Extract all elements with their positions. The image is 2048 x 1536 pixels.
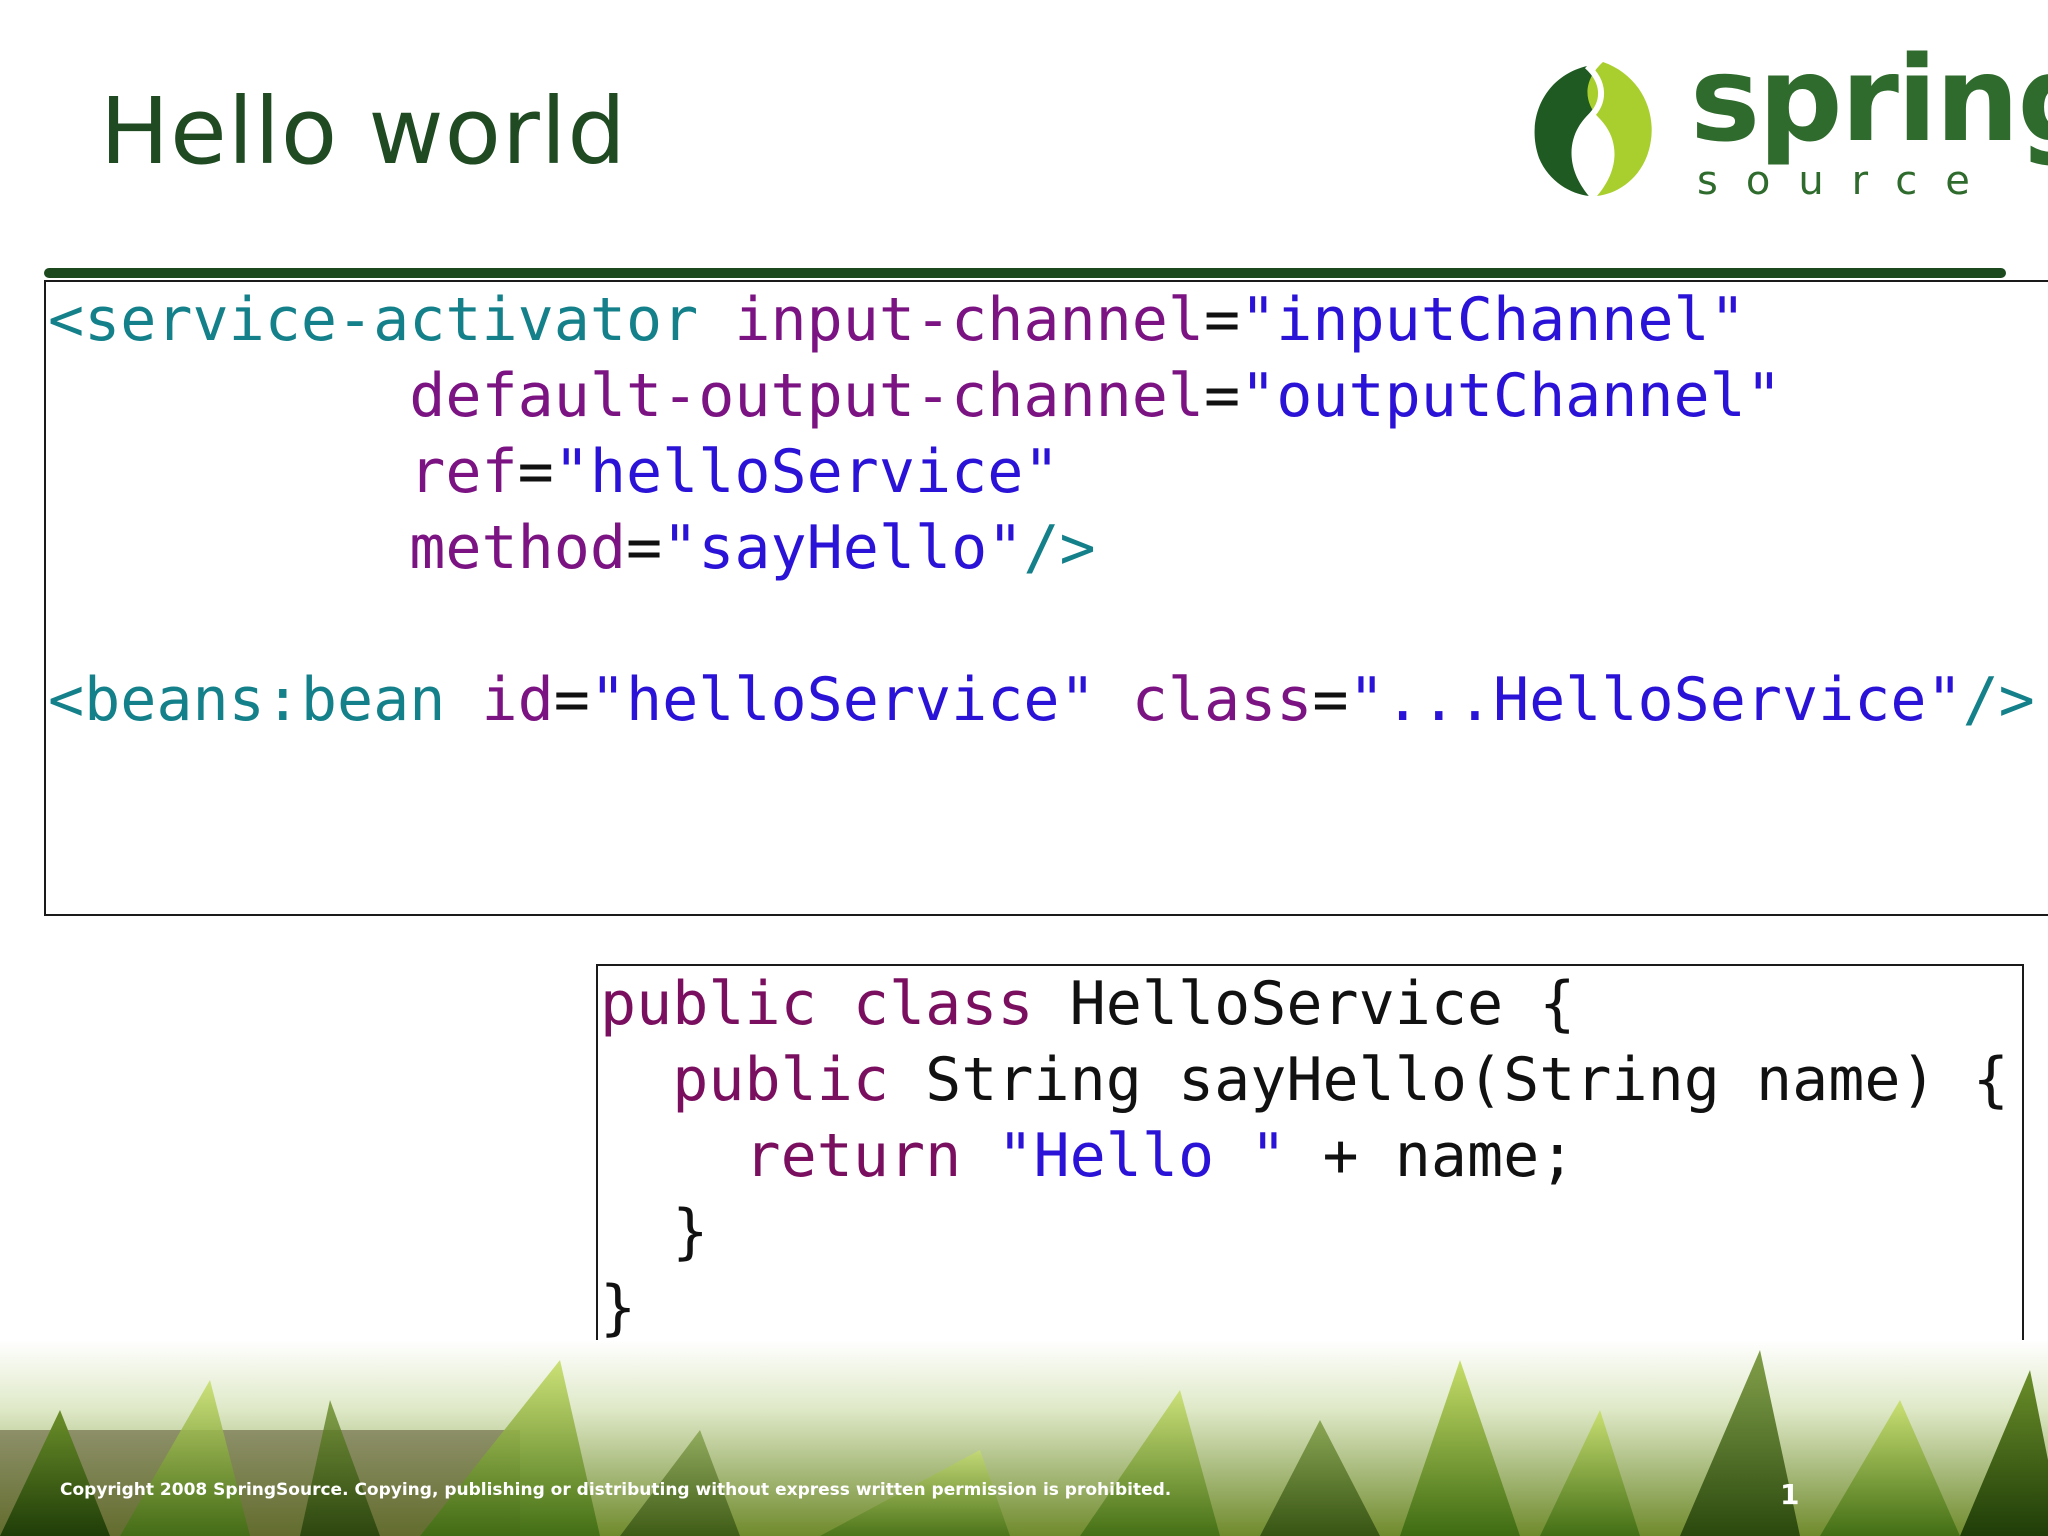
xml-line: <service-activator input-channel="inputC… <box>48 285 1746 355</box>
page-number: 1 <box>1780 1478 1800 1511</box>
xml-line: method="sayHello"/> <box>409 513 1096 583</box>
logo-subtitle: source <box>1697 158 1998 204</box>
java-line: return "Hello " + name; <box>744 1121 1576 1191</box>
java-line: public class HelloService { <box>600 969 1576 1039</box>
xml-config-box: <service-activator input-channel="inputC… <box>44 280 2048 916</box>
grass-footer-image <box>0 1340 2048 1536</box>
xml-line: <beans:bean id="helloService" class="...… <box>48 665 2035 735</box>
title-divider <box>44 268 2006 278</box>
java-code-box: public class HelloService { public Strin… <box>596 964 2024 1372</box>
xml-line: ref="helloService" <box>409 437 1060 507</box>
xml-code: <service-activator input-channel="inputC… <box>48 282 2035 738</box>
springsource-logo: spring source <box>1525 30 2048 208</box>
java-code: public class HelloService { public Strin… <box>600 966 2009 1346</box>
xml-line: default-output-channel="outputChannel" <box>409 361 1782 431</box>
slide-title: Hello world <box>100 78 627 185</box>
java-line: } <box>672 1197 709 1267</box>
java-line: public String sayHello(String name) { <box>672 1045 2009 1115</box>
copyright-notice: Copyright 2008 SpringSource. Copying, pu… <box>60 1480 1172 1500</box>
leaf-icon <box>1534 62 1652 196</box>
logo-wordmark: spring <box>1690 30 2048 168</box>
java-line: } <box>600 1273 637 1343</box>
